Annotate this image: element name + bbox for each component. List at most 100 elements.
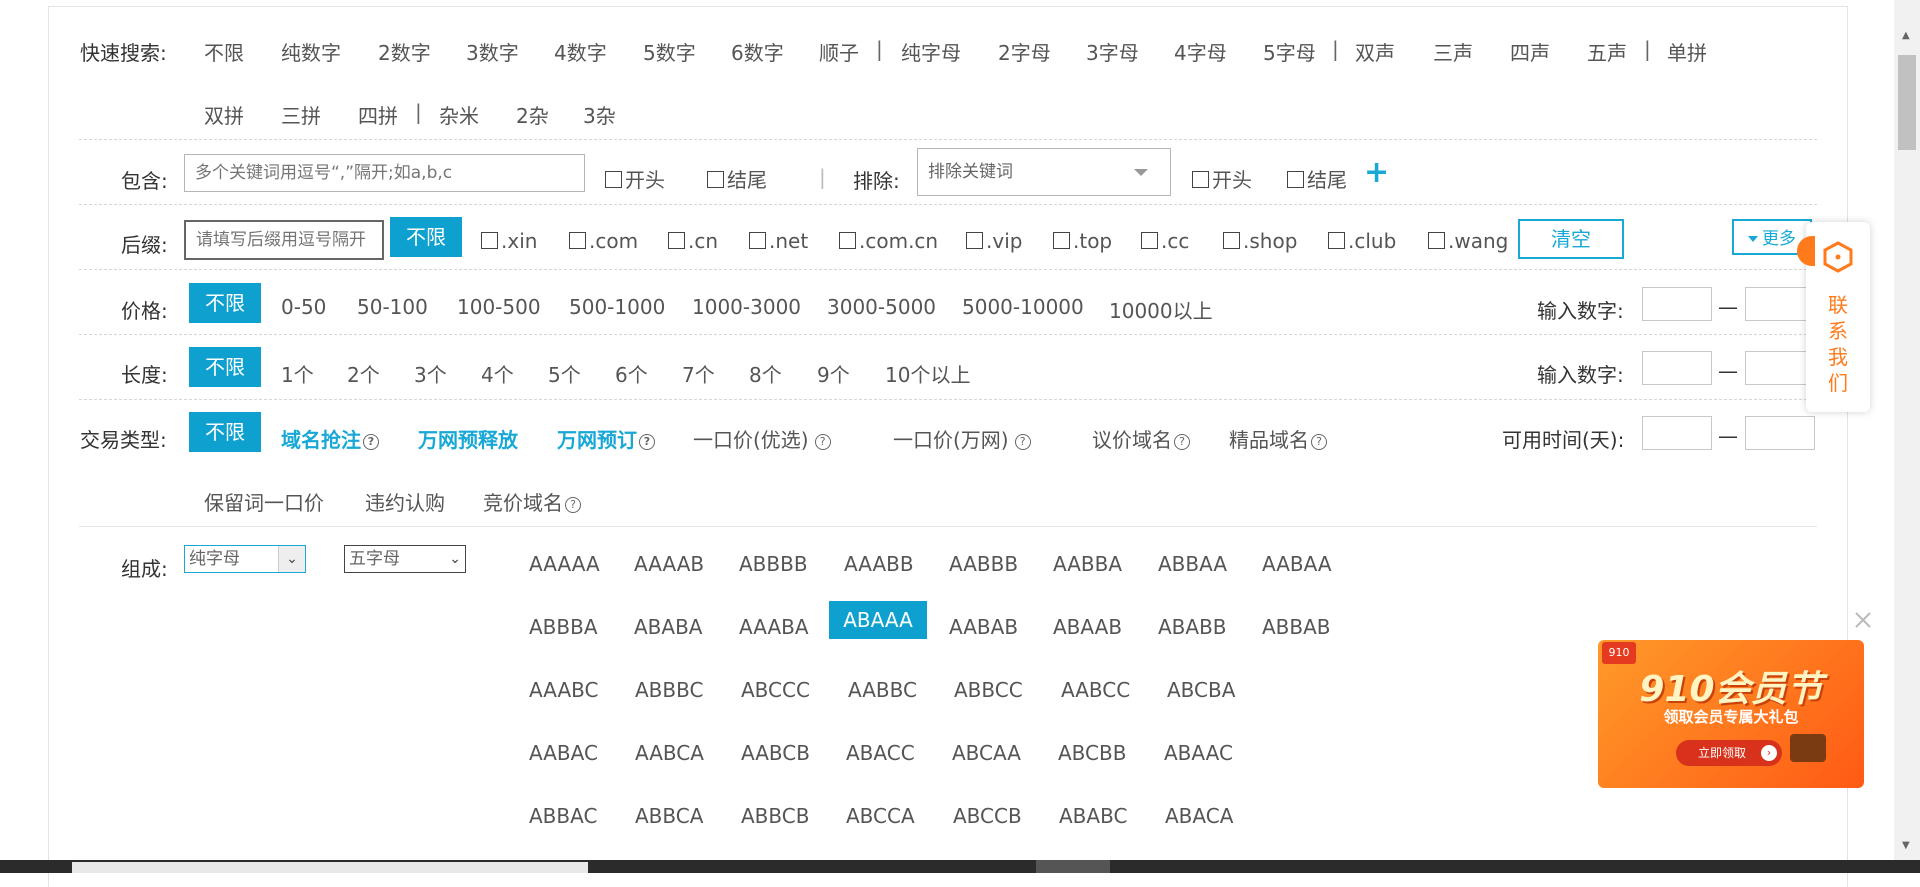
suffix-checkbox[interactable]: .com bbox=[569, 229, 638, 253]
pattern-option[interactable]: ABAAC bbox=[1164, 741, 1233, 765]
suffix-checkbox[interactable]: .top bbox=[1053, 229, 1112, 253]
quick-option[interactable]: 四声 bbox=[1510, 37, 1550, 66]
suffix-checkbox[interactable]: .net bbox=[749, 229, 808, 253]
scroll-up-icon[interactable]: ▲ bbox=[1902, 30, 1910, 41]
pattern-option[interactable]: AABCC bbox=[1061, 678, 1130, 702]
scroll-down-icon[interactable]: ▼ bbox=[1902, 840, 1910, 851]
quick-option[interactable]: 杂米 bbox=[439, 100, 479, 129]
quick-option[interactable]: 双声 bbox=[1355, 37, 1395, 66]
pattern-option[interactable]: ABBCA bbox=[635, 804, 703, 828]
pattern-option[interactable]: ABBBA bbox=[529, 615, 598, 639]
pattern-option[interactable]: ABABB bbox=[1158, 615, 1227, 639]
length-min-input[interactable] bbox=[1642, 351, 1712, 385]
price-option[interactable]: 100-500 bbox=[457, 295, 541, 319]
price-option[interactable]: 1000-3000 bbox=[692, 295, 801, 319]
pattern-option[interactable]: ABCCB bbox=[953, 804, 1022, 828]
exclude-select[interactable]: 排除关键词 bbox=[917, 148, 1171, 196]
pattern-option[interactable]: AABBB bbox=[949, 552, 1018, 576]
price-option[interactable]: 50-100 bbox=[357, 295, 428, 319]
quick-option[interactable]: 双拼 bbox=[204, 100, 244, 129]
pattern-option[interactable]: AAABC bbox=[529, 678, 599, 702]
close-icon[interactable] bbox=[1853, 610, 1873, 630]
pattern-option[interactable]: AAAAB bbox=[634, 552, 704, 576]
pattern-option[interactable]: AAABA bbox=[739, 615, 809, 639]
quick-option[interactable]: 四拼 bbox=[358, 100, 398, 129]
clear-button[interactable]: 清空 bbox=[1518, 219, 1624, 259]
suffix-checkbox[interactable]: .shop bbox=[1223, 229, 1297, 253]
add-icon[interactable]: + bbox=[1364, 155, 1389, 190]
vertical-scrollbar[interactable]: ▲ ▼ bbox=[1894, 0, 1920, 873]
contact-us-widget[interactable]: 联 系 我 们 bbox=[1806, 222, 1870, 412]
price-option[interactable]: 500-1000 bbox=[569, 295, 665, 319]
quick-option[interactable]: 3字母 bbox=[1086, 37, 1139, 66]
promo-claim-button[interactable]: 立即领取 › bbox=[1676, 740, 1782, 766]
pattern-option[interactable]: ABAAB bbox=[1053, 615, 1122, 639]
composition-select-type[interactable]: 纯字母 ⌄ bbox=[184, 545, 306, 573]
quick-option[interactable]: 三拼 bbox=[281, 100, 321, 129]
length-option[interactable]: 1个 bbox=[281, 359, 314, 388]
pattern-option[interactable]: ABBAB bbox=[1262, 615, 1331, 639]
pattern-option[interactable]: ABACC bbox=[846, 741, 915, 765]
suffix-checkbox[interactable]: .cc bbox=[1141, 229, 1189, 253]
trade-option[interactable]: 一口价(万网)? bbox=[893, 424, 1031, 453]
price-max-input[interactable] bbox=[1745, 287, 1815, 321]
trade-option-highlight[interactable]: 万网预订? bbox=[557, 424, 655, 453]
length-option[interactable]: 8个 bbox=[749, 359, 782, 388]
pattern-option[interactable]: ABBCC bbox=[954, 678, 1023, 702]
trade-option-highlight[interactable]: 域名抢注? bbox=[281, 424, 379, 453]
quick-option[interactable]: 顺子 bbox=[819, 37, 859, 66]
suffix-checkbox[interactable]: .club bbox=[1328, 229, 1396, 253]
quick-option[interactable]: 纯字母 bbox=[901, 37, 961, 66]
quick-option[interactable]: 4数字 bbox=[554, 37, 607, 66]
length-option[interactable]: 7个 bbox=[682, 359, 715, 388]
pattern-option[interactable]: ABABC bbox=[1059, 804, 1127, 828]
pattern-option[interactable]: ABCCA bbox=[846, 804, 915, 828]
pattern-option[interactable]: ABACA bbox=[1165, 804, 1233, 828]
quick-option[interactable]: 3杂 bbox=[583, 100, 616, 129]
suffix-any-button[interactable]: 不限 bbox=[390, 217, 462, 257]
trade-any-button[interactable]: 不限 bbox=[189, 412, 261, 452]
pattern-option[interactable]: ABBAC bbox=[529, 804, 597, 828]
quick-option[interactable]: 2杂 bbox=[516, 100, 549, 129]
quick-option[interactable]: 单拼 bbox=[1667, 37, 1707, 66]
trade-option[interactable]: 精品域名? bbox=[1229, 424, 1327, 453]
length-option[interactable]: 5个 bbox=[548, 359, 581, 388]
length-option[interactable]: 6个 bbox=[615, 359, 648, 388]
quick-option[interactable]: 不限 bbox=[204, 37, 244, 66]
length-option[interactable]: 3个 bbox=[414, 359, 447, 388]
pattern-option[interactable]: AABCA bbox=[635, 741, 704, 765]
length-option[interactable]: 2个 bbox=[347, 359, 380, 388]
pattern-option[interactable]: ABABA bbox=[634, 615, 703, 639]
pattern-option[interactable]: ABCBB bbox=[1058, 741, 1126, 765]
quick-option[interactable]: 纯数字 bbox=[281, 37, 341, 66]
price-option[interactable]: 0-50 bbox=[281, 295, 326, 319]
scrollbar-thumb[interactable] bbox=[1898, 55, 1916, 150]
price-any-button[interactable]: 不限 bbox=[189, 283, 261, 323]
suffix-checkbox[interactable]: .cn bbox=[668, 229, 718, 253]
composition-select-length[interactable]: 五字母 ⌄ bbox=[344, 545, 466, 573]
quick-option[interactable]: 4字母 bbox=[1174, 37, 1227, 66]
suffix-checkbox[interactable]: .xin bbox=[481, 229, 537, 253]
trade-option-highlight[interactable]: 万网预释放 bbox=[418, 424, 518, 453]
length-max-input[interactable] bbox=[1745, 351, 1815, 385]
available-min-input[interactable] bbox=[1642, 416, 1712, 450]
quick-option[interactable]: 5字母 bbox=[1263, 37, 1316, 66]
quick-option[interactable]: 五声 bbox=[1587, 37, 1627, 66]
trade-option[interactable]: 违约认购 bbox=[365, 487, 445, 516]
pattern-option[interactable]: AAAAA bbox=[529, 552, 600, 576]
exclude-end-checkbox[interactable]: 结尾 bbox=[1287, 164, 1347, 193]
suffix-checkbox[interactable]: .com.cn bbox=[839, 229, 938, 253]
pattern-option[interactable]: AABAB bbox=[949, 615, 1018, 639]
quick-option[interactable]: 5数字 bbox=[643, 37, 696, 66]
contains-input[interactable] bbox=[184, 154, 585, 192]
trade-option[interactable]: 议价域名? bbox=[1092, 424, 1190, 453]
quick-option[interactable]: 2数字 bbox=[378, 37, 431, 66]
suffix-checkbox[interactable]: .vip bbox=[966, 229, 1022, 253]
pattern-option-selected[interactable]: ABAAA bbox=[829, 601, 927, 639]
promo-banner[interactable]: 910 910会员节 领取会员专属大礼包 立即领取 › bbox=[1598, 640, 1864, 788]
quick-option[interactable]: 2字母 bbox=[998, 37, 1051, 66]
price-option[interactable]: 5000-10000 bbox=[962, 295, 1084, 319]
length-option[interactable]: 9个 bbox=[817, 359, 850, 388]
quick-option[interactable]: 三声 bbox=[1433, 37, 1473, 66]
suffix-checkbox[interactable]: .wang bbox=[1428, 229, 1508, 253]
